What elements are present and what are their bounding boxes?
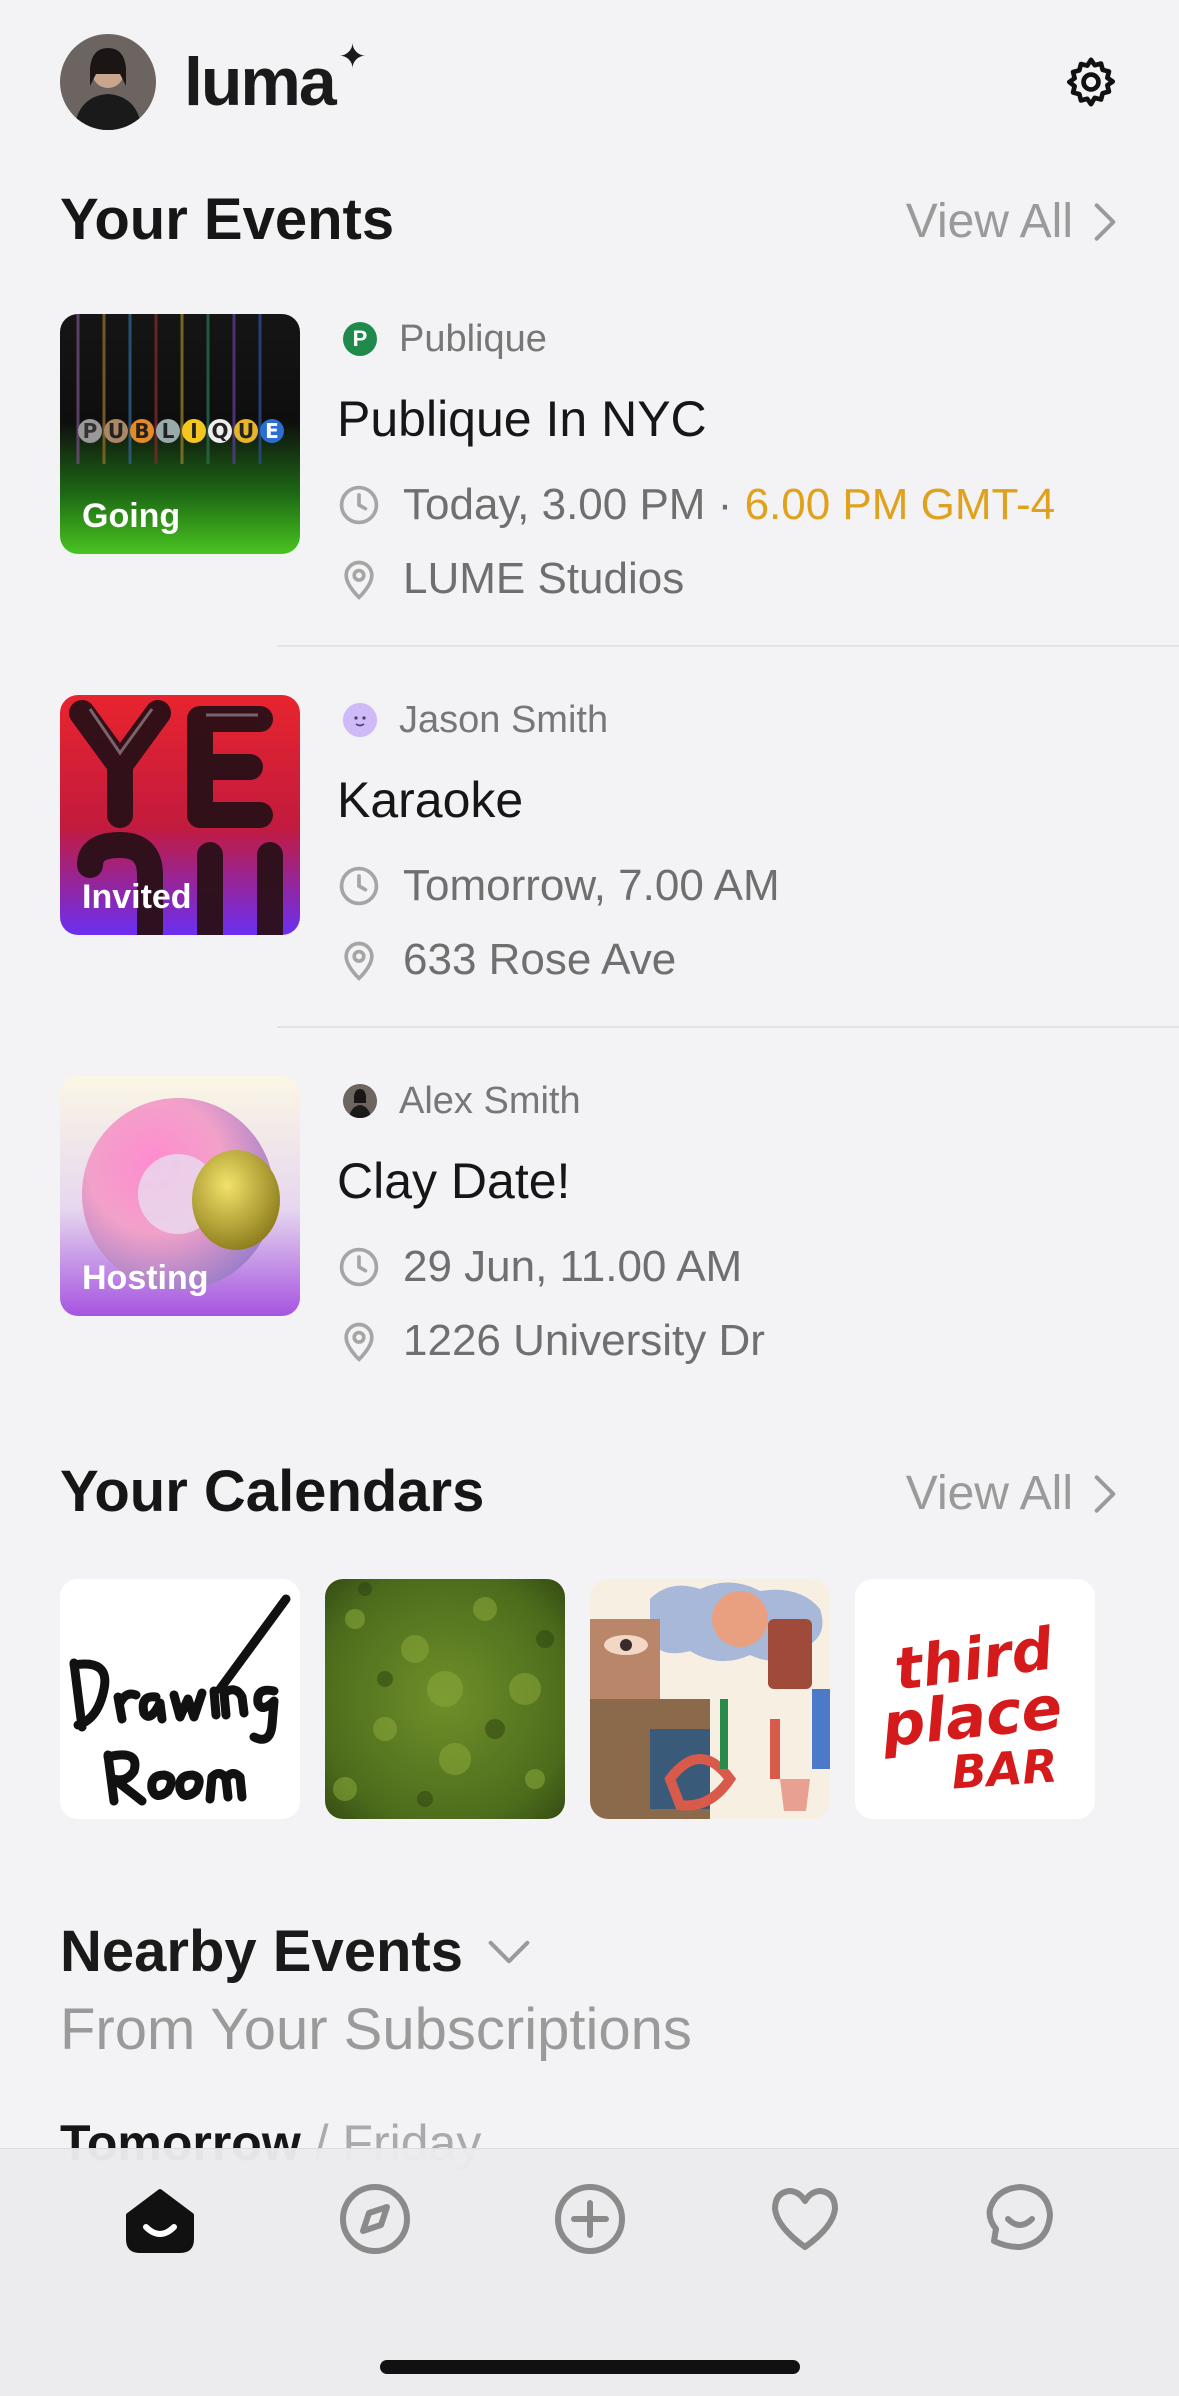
view-all-label: View All [905,195,1073,248]
divider [277,1026,1179,1028]
nearby-events-dropdown[interactable]: Nearby Events [60,1918,531,1985]
rsvp-status-badge: Invited [82,878,192,916]
location-pin-icon [337,1319,381,1363]
section-title-your-events: Your Events [60,187,395,252]
divider [277,645,1179,647]
event-location-row: 1226 University Dr [337,1316,1179,1366]
clock-icon [337,483,381,527]
event-title: Clay Date! [337,1153,571,1209]
compass-icon [339,2184,410,2254]
event-host: Alex Smith [337,1076,1179,1126]
svg-text:U: U [238,419,254,443]
svg-text:P: P [83,419,98,443]
calendar-list: third place BAR [60,1579,1095,1819]
view-all-label: View All [905,1467,1073,1520]
event-time-row: 29 Jun, 11.00 AM [337,1242,1179,1292]
event-location: 1226 University Dr [403,1316,765,1365]
event-host: Jason Smith [337,695,1179,745]
svg-text:BAR: BAR [950,1738,1060,1799]
svg-text:U: U [108,419,124,443]
event-time-local: 6.00 PM GMT-4 [744,480,1056,529]
clock-icon [337,1245,381,1289]
svg-text:L: L [162,419,175,443]
view-all-calendars-link[interactable]: View All [906,1466,1119,1521]
host-avatar [343,703,377,737]
event-thumbnail: Invited [60,695,300,935]
rsvp-status-badge: Hosting [82,1259,209,1297]
nearby-subtitle: From Your Subscriptions [60,1997,692,2062]
svg-text:I: I [190,419,197,443]
clock-icon [337,864,381,908]
calendar-third-place-bar[interactable]: third place BAR [855,1579,1095,1819]
home-indicator [380,2360,800,2374]
svg-text:Q: Q [211,419,228,443]
host-avatar [343,1084,377,1118]
event-location: LUME Studios [403,554,685,603]
avatar[interactable] [60,34,156,130]
calendar-collage[interactable] [590,1579,830,1819]
host-name: Alex Smith [399,1079,581,1122]
host-icon: P [343,322,377,356]
tab-home[interactable] [53,2177,267,2261]
gear-icon[interactable] [1063,54,1119,110]
rsvp-status-badge: Going [82,497,181,535]
event-thumbnail: Hosting [60,1076,300,1316]
header: luma ✦ [60,34,1119,130]
event-title: Karaoke [337,772,524,828]
event-card[interactable]: Hosting Alex Smith Clay Date! 29 Jun, 11… [60,1076,1179,1376]
svg-text:E: E [265,419,279,443]
event-location: 633 Rose Ave [403,935,677,984]
chat-icon [986,2184,1053,2250]
tab-chat[interactable] [913,2177,1127,2261]
location-pin-icon [337,938,381,982]
tab-favorites[interactable] [698,2177,912,2261]
event-thumbnail: P U B L I Q U E Going [60,314,300,554]
app-logo: luma ✦ [184,38,367,120]
tab-explore[interactable] [268,2177,482,2261]
calendar-grass[interactable] [325,1579,565,1819]
tab-bar [0,2148,1179,2396]
chevron-right-icon [1094,202,1116,241]
home-icon [125,2189,194,2253]
event-host: P Publique [337,314,1179,364]
nearby-title: Nearby Events [60,1919,463,1984]
event-location-row: 633 Rose Ave [337,935,1179,985]
event-title: Publique In NYC [337,391,707,447]
event-time: Today, 3.00 PM · [403,480,745,529]
chevron-down-icon [488,1940,530,1963]
tab-create[interactable] [483,2177,697,2261]
calendar-drawing-room[interactable] [60,1579,300,1819]
event-card[interactable]: P U B L I Q U E Going P Publique Publiqu… [60,314,1179,614]
event-card[interactable]: Invited Jason Smith Karaoke Tomorrow, 7.… [60,695,1179,995]
host-name: Publique [399,317,547,360]
event-time-row: Tomorrow, 7.00 AM [337,861,1179,911]
chevron-right-icon [1094,1474,1116,1513]
host-name: Jason Smith [399,698,609,741]
section-title-your-calendars: Your Calendars [60,1459,485,1524]
event-location-row: LUME Studios [337,554,1179,604]
event-time-row: Today, 3.00 PM · 6.00 PM GMT-4 [337,480,1179,530]
heart-icon [771,2188,838,2250]
event-time: Tomorrow, 7.00 AM [403,861,780,910]
svg-text:B: B [134,419,149,443]
view-all-events-link[interactable]: View All [906,194,1119,249]
location-pin-icon [337,557,381,601]
plus-circle-icon [554,2184,625,2254]
event-time: 29 Jun, 11.00 AM [403,1242,743,1291]
